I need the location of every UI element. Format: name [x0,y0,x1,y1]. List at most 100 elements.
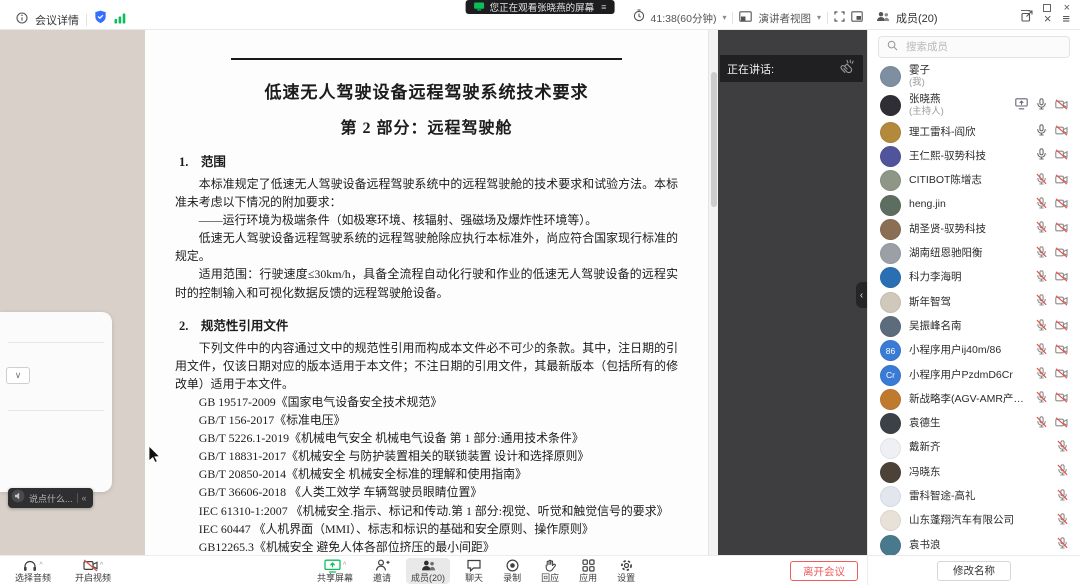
toolbar-center-items: ^ 共享屏幕 ^ 邀请 ^ 成员(20) ^ 聊天 ^ 录制 ^ 回应 ^ 应用… [312,558,640,584]
mic-muted-icon[interactable] [1036,293,1047,311]
member-row[interactable]: 新战略李(AGV-AMR产业联盟) [868,387,1080,411]
member-row[interactable]: 王仁熙-驭势科技 [868,144,1080,168]
member-row[interactable]: 霎子 (我) [868,62,1080,91]
member-row[interactable]: 86 小程序用户ij40m/86 [868,339,1080,363]
member-row[interactable]: 戴新齐 [868,436,1080,460]
mic-muted-icon[interactable] [1057,488,1068,506]
toolbar-item-camera-off[interactable]: ^ 开启视频 [70,558,116,584]
mic-on-icon[interactable] [1036,97,1047,115]
member-row[interactable]: 袁德生 [868,412,1080,436]
fullscreen-icon[interactable] [834,9,845,27]
member-row[interactable]: 胡圣贤-驭势科技 [868,217,1080,241]
leave-meeting-button[interactable]: 离开会议 [790,561,858,581]
member-name: 霎子 [909,64,1060,77]
maximize-icon[interactable] [1043,4,1051,12]
chevron-up-icon[interactable]: ^ [100,562,103,569]
mic-muted-icon[interactable] [1057,536,1068,554]
list-icon[interactable]: ≡ [601,2,606,12]
camera-off-icon[interactable] [1055,293,1068,311]
chevron-down-icon[interactable]: ▾ [817,14,821,22]
member-row[interactable]: heng.jin [868,193,1080,217]
member-row[interactable]: 山东蓬翔汽车有限公司 [868,509,1080,533]
member-role: (主持人) [909,106,1007,117]
caption-input-pill[interactable]: 说点什么... « [8,488,93,508]
member-row[interactable]: Cr 小程序用户PzdmD6Cr [868,363,1080,387]
camera-off-icon[interactable] [1055,269,1068,287]
member-row[interactable]: 科力李海明 [868,266,1080,290]
toolbar-item-record[interactable]: ^ 录制 [498,558,526,584]
pip-icon[interactable] [851,9,863,27]
mini-dropdown[interactable]: ∨ [6,367,30,384]
camera-off-icon[interactable] [1055,390,1068,408]
camera-off-icon[interactable] [1055,172,1068,190]
toolbar-item-apps[interactable]: ^ 应用 [574,558,602,584]
meeting-timer[interactable]: 41:38(60分钟) [651,11,717,26]
close-window-icon[interactable]: × [1064,3,1070,14]
mic-on-icon[interactable] [1036,147,1047,165]
watching-banner[interactable]: 您正在观看张晓燕的屏幕 ≡ [466,0,615,14]
mic-muted-icon[interactable] [1036,220,1047,238]
mic-muted-icon[interactable] [1036,245,1047,263]
camera-off-icon[interactable] [1055,220,1068,238]
rename-button[interactable]: 修改名称 [937,561,1011,581]
toolbar-item-chat[interactable]: ^ 聊天 [460,558,488,584]
mic-muted-icon[interactable] [1036,196,1047,214]
signal-bars-icon[interactable] [114,11,127,29]
toolbar-item-invite[interactable]: ^ 邀请 [368,558,396,584]
camera-off-icon[interactable] [1055,415,1068,433]
minimize-icon[interactable] [1021,10,1030,11]
camera-off-icon[interactable] [1055,245,1068,263]
member-row[interactable]: 斯年智驾 [868,290,1080,314]
mic-muted-icon[interactable] [1036,318,1047,336]
shield-check-icon[interactable] [94,10,107,29]
mic-muted-icon[interactable] [1036,415,1047,433]
toolbar-item-hand[interactable]: ^ 回应 [536,558,564,584]
mic-muted-icon[interactable] [1036,342,1047,360]
mic-muted-icon[interactable] [1057,439,1068,457]
panel-collapse-handle[interactable]: ‹ [856,282,867,308]
mic-on-icon[interactable] [1036,123,1047,141]
camera-off-icon[interactable] [1055,342,1068,360]
caption-placeholder[interactable]: 说点什么... [29,492,73,505]
toolbar-item-members[interactable]: ^ 成员(20) [406,558,450,584]
mic-muted-icon[interactable] [1057,463,1068,481]
toolbar-item-gear[interactable]: ^ 设置 [612,558,640,584]
member-row[interactable]: 理工雷科-阎欣 [868,120,1080,144]
avatar [880,122,901,143]
mic-muted-icon[interactable] [1036,172,1047,190]
camera-off-icon[interactable] [1055,318,1068,336]
document-scrollbar[interactable] [708,30,718,555]
mic-muted-icon[interactable] [1036,269,1047,287]
chevron-up-icon[interactable]: ^ [39,562,42,569]
camera-off-icon[interactable] [1055,97,1068,115]
toolbar-item-screen-share[interactable]: ^ 共享屏幕 [312,558,358,584]
member-status-icons [1015,97,1068,115]
member-row[interactable]: 雷科智途-高礼 [868,484,1080,508]
mic-muted-icon[interactable] [1057,512,1068,530]
view-mode-button[interactable]: 演讲者视图 [758,11,811,26]
member-row[interactable]: 湖南纽恩驰阳衡 [868,241,1080,265]
avatar [880,243,901,264]
toolbar-item-headphones[interactable]: ^ 选择音频 [10,558,56,584]
member-row[interactable]: 袁书浪 [868,533,1080,555]
scrollbar-thumb[interactable] [711,72,717,207]
camera-off-icon[interactable] [1055,366,1068,384]
member-row[interactable]: 张晓燕 (主持人) [868,91,1080,120]
search-input[interactable] [904,40,1061,54]
mic-muted-icon[interactable] [1036,390,1047,408]
chevron-left-icon[interactable]: « [82,494,87,503]
member-row[interactable]: 吴振峰名南 [868,314,1080,338]
member-row[interactable]: CITIBOT陈增志 [868,169,1080,193]
member-search[interactable] [878,36,1070,58]
camera-off-icon[interactable] [1055,123,1068,141]
mic-muted-icon[interactable] [1036,366,1047,384]
chevron-up-icon[interactable]: ^ [343,562,346,569]
camera-off-icon[interactable] [1055,147,1068,165]
meeting-details-label[interactable]: 会议详情 [35,12,79,28]
chevron-down-icon[interactable]: ▾ [722,14,726,22]
clap-hands-icon[interactable] [839,59,856,79]
member-row[interactable]: 冯晓东 [868,460,1080,484]
camera-off-icon[interactable] [1055,196,1068,214]
info-icon[interactable] [16,11,28,29]
member-name: 戴新齐 [909,441,1049,454]
